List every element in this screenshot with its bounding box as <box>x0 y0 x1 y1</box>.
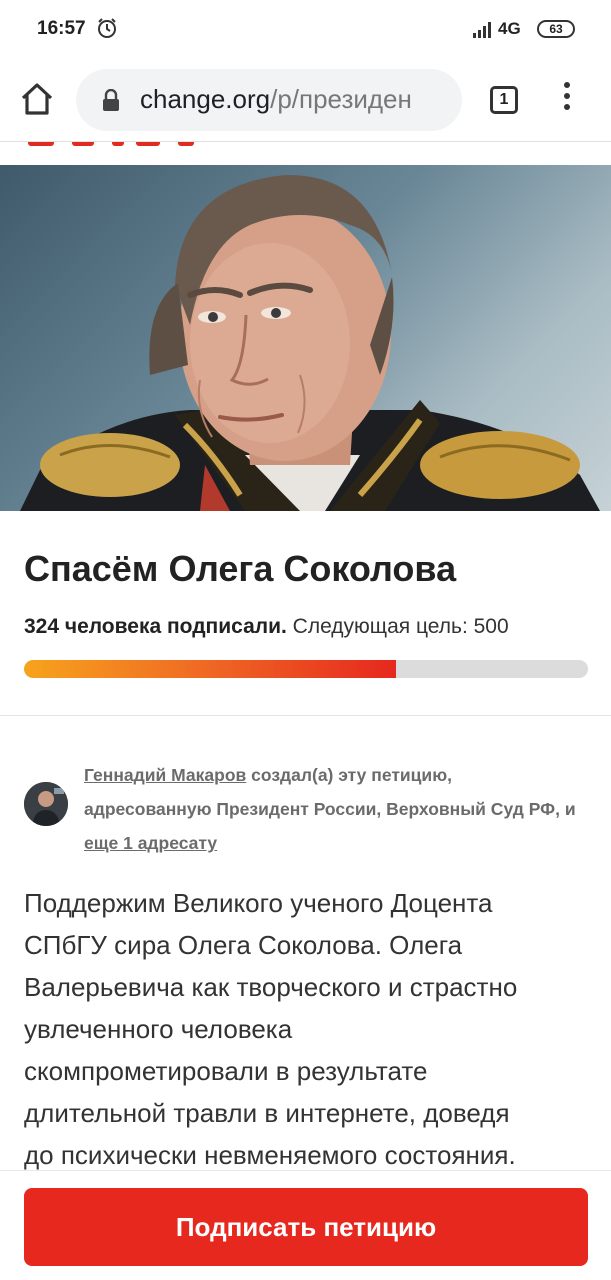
signal-strength-icon <box>473 22 491 38</box>
url-text: change.org/p/президен <box>140 84 412 115</box>
site-header-remnant <box>0 142 611 164</box>
signature-count-line: 324 человека подписали. Следующая цель: … <box>24 615 509 639</box>
home-icon[interactable] <box>18 80 56 118</box>
signature-count: 324 человека подписали. <box>24 615 287 638</box>
browser-toolbar: change.org/p/президен 1 <box>0 58 611 142</box>
url-domain: change.org <box>140 84 271 114</box>
petition-hero-image <box>0 165 611 511</box>
status-time: 16:57 <box>37 18 86 39</box>
signature-goal: Следующая цель: 500 <box>292 615 509 638</box>
signature-progress-fill <box>24 660 397 678</box>
description-line: скомпрометировали в результате <box>24 1056 428 1086</box>
address-bar[interactable]: change.org/p/президен <box>76 69 462 131</box>
description-line: Валерьевича как творческого и страстно <box>24 972 518 1002</box>
battery-icon: 63 <box>537 20 575 38</box>
url-path: /p/президен <box>270 84 412 114</box>
more-recipients-link[interactable]: еще 1 адресату <box>84 833 217 853</box>
overflow-menu-icon[interactable] <box>560 82 574 116</box>
sign-petition-button[interactable]: Подписать петицию <box>24 1188 588 1266</box>
description-line: СПбГУ сира Олега Соколова. Олега <box>24 930 463 960</box>
sign-petition-bar: Подписать петицию <box>0 1170 611 1280</box>
lock-icon <box>103 89 119 111</box>
divider <box>0 715 611 716</box>
alarm-clock-icon <box>98 18 116 38</box>
author-avatar[interactable] <box>24 782 68 826</box>
author-name-link[interactable]: Геннадий Макаров <box>84 765 246 785</box>
tab-switcher-button[interactable]: 1 <box>490 86 518 114</box>
description-line: Поддержим Великого ученого Доцента <box>24 888 493 918</box>
petition-title: Спасём Олега Соколова <box>24 548 457 589</box>
description-line: длительной травли в интернете, доведя <box>24 1098 510 1128</box>
status-bar: 16:57 4G 63 <box>0 0 611 58</box>
author-info: Геннадий Макаров создал(а) эту петицию, … <box>84 758 584 860</box>
signature-progress-bar <box>24 660 588 678</box>
petition-description: Поддержим Великого ученого Доцента СПбГУ… <box>24 882 589 1176</box>
description-line: увлеченного человека <box>24 1014 293 1044</box>
network-type-label: 4G <box>498 19 521 38</box>
